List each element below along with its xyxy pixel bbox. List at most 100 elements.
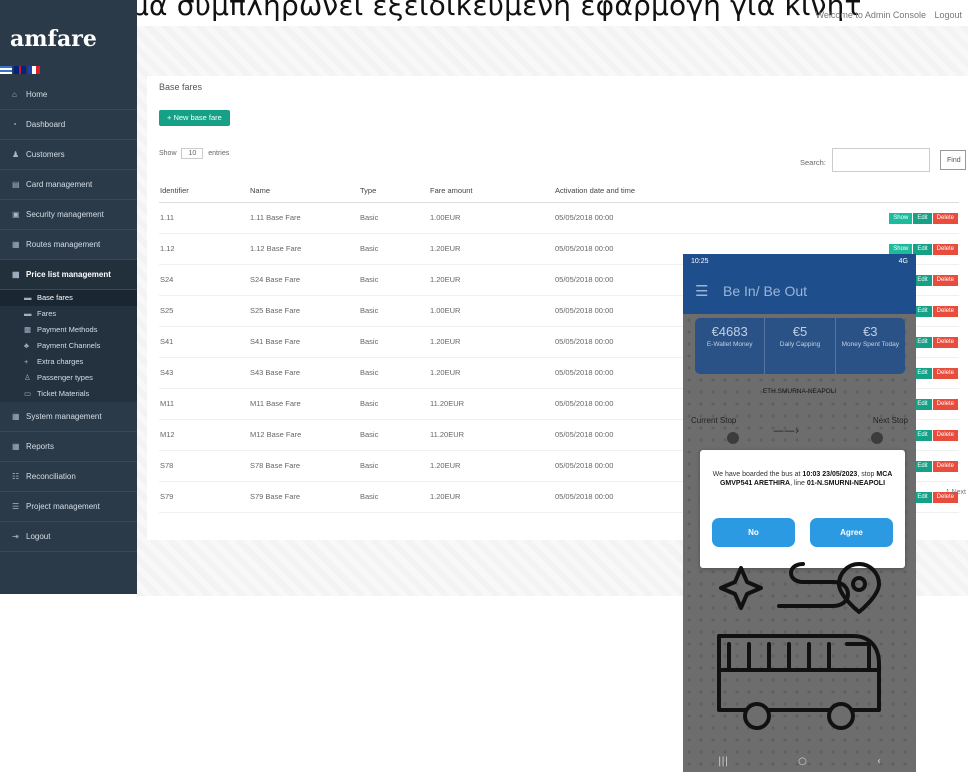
sidebar-item-customers[interactable]: ♟ Customers [0, 140, 137, 170]
show-button[interactable]: Show [889, 212, 913, 224]
recent-apps-icon[interactable]: ||| [718, 752, 728, 772]
col-activation-date[interactable]: Activation date and time [554, 180, 724, 203]
col-name[interactable]: Name [249, 180, 359, 203]
logout-icon: ⇥ [12, 532, 19, 541]
back-icon[interactable]: ‹ [877, 752, 881, 772]
sidebar-subitem-payment-methods[interactable]: ▩ Payment Methods [0, 322, 137, 338]
edit-button[interactable]: Edit [913, 367, 932, 379]
cell-name: S78 Base Fare [249, 450, 359, 482]
home-button-icon[interactable]: ○ [798, 752, 807, 772]
agree-button[interactable]: Agree [810, 518, 893, 547]
sidebar-item-system-management[interactable]: ▦ System management [0, 402, 137, 432]
delete-button[interactable]: Delete [932, 243, 958, 255]
sidebar-subitem-base-fares[interactable]: ▬ Base fares [0, 290, 137, 306]
sidebar-subitem-ticket-materials[interactable]: ▭ Ticket Materials [0, 386, 137, 402]
delete-button[interactable]: Delete [932, 398, 958, 410]
stat-money-spent: €3 Money Spent Today [841, 324, 899, 348]
col-actions [724, 180, 959, 203]
flag-english-icon[interactable] [14, 66, 26, 74]
search-label: Search: [800, 158, 826, 167]
col-fare-amount[interactable]: Fare amount [429, 180, 554, 203]
sidebar-subitem-passenger-types[interactable]: ♙ Passenger types [0, 370, 137, 386]
cell-fare-amount: 11.20EUR [429, 388, 554, 420]
row-actions: ShowEditDelete [724, 202, 959, 234]
entries-select[interactable]: 10 [181, 148, 204, 159]
project-icon: ☰ [12, 502, 20, 511]
sidebar-item-routes-management[interactable]: ▦ Routes management [0, 230, 137, 260]
delete-button[interactable]: Delete [932, 305, 958, 317]
lock-icon: ▣ [12, 210, 20, 219]
show-entries-control: Show 10 entries [159, 148, 230, 159]
no-button[interactable]: No [712, 518, 795, 547]
edit-button[interactable]: Edit [913, 398, 932, 410]
next-stop-label: Next Stop [872, 416, 908, 425]
delete-button[interactable]: Delete [932, 336, 958, 348]
show-button[interactable]: Show [889, 243, 913, 255]
sidebar-item-security-management[interactable]: ▣ Security management [0, 200, 137, 230]
cell-identifier: S43 [159, 357, 249, 389]
sidebar-submenu: ▬ Base fares ▬ Fares ▩ Payment Methods ♣ Pay… [0, 290, 137, 402]
cell-name: M11 Base Fare [249, 388, 359, 420]
edit-button[interactable]: Edit [913, 491, 932, 503]
cell-identifier: S24 [159, 264, 249, 296]
topbar-links: Welcome to Admin Console Logout [810, 10, 962, 20]
card-icon: ▤ [12, 180, 20, 189]
search-input[interactable] [832, 148, 930, 172]
cell-type: Basic [359, 481, 429, 513]
new-base-fare-button[interactable]: + New base fare [159, 110, 230, 126]
delete-button[interactable]: Delete [932, 429, 958, 441]
cell-name: M12 Base Fare [249, 419, 359, 451]
cell-type: Basic [359, 419, 429, 451]
passenger-icon: ♙ [24, 373, 31, 382]
edit-button[interactable]: Edit [913, 429, 932, 441]
cell-name: S43 Base Fare [249, 357, 359, 389]
edit-button[interactable]: Edit [913, 305, 932, 317]
flag-greek-icon[interactable] [0, 66, 12, 74]
table-header-row: Identifier Name Type Fare amount Activat… [159, 180, 959, 203]
delete-button[interactable]: Delete [932, 212, 958, 224]
pagination: 1 Next [946, 489, 966, 496]
edit-button[interactable]: Edit [913, 212, 932, 224]
status-signal: 4G [898, 258, 908, 265]
delete-button[interactable]: Delete [932, 274, 958, 286]
boarding-dialog: We have boarded the bus at 10:03 23/05/2… [700, 450, 905, 568]
cell-fare-amount: 1.20EUR [429, 357, 554, 389]
logout-link[interactable]: Logout [934, 10, 962, 20]
sidebar-item-reconciliation[interactable]: ☷ Reconciliation [0, 462, 137, 492]
sidebar-item-card-management[interactable]: ▤ Card management [0, 170, 137, 200]
cell-fare-amount: 1.00EUR [429, 295, 554, 327]
stat-daily-capping: €5 Daily Capping [765, 318, 836, 374]
sidebar-subitem-extra-charges[interactable]: + Extra charges [0, 354, 137, 370]
list-icon: ▦ [12, 270, 20, 279]
sidebar-item-home[interactable]: ⌂ Home [0, 80, 137, 110]
users-icon: ♟ [12, 150, 20, 159]
col-type[interactable]: Type [359, 180, 429, 203]
sidebar-item-logout[interactable]: ⇥ Logout [0, 522, 137, 552]
sidebar-subitem-payment-channels[interactable]: ♣ Payment Channels [0, 338, 137, 354]
sidebar-item-dashboard[interactable]: ◔ Dashboard [0, 110, 137, 140]
col-identifier[interactable]: Identifier [159, 180, 249, 203]
channel-icon: ♣ [24, 341, 29, 350]
cell-identifier: M12 [159, 419, 249, 451]
flag-french-icon[interactable] [28, 66, 40, 74]
sidebar-subitem-fares[interactable]: ▬ Fares [0, 306, 137, 322]
edit-button[interactable]: Edit [913, 243, 932, 255]
route-icon: ▦ [12, 240, 20, 249]
edit-button[interactable]: Edit [913, 336, 932, 348]
boarding-message: We have boarded the bus at 10:03 23/05/2… [712, 471, 893, 487]
edit-button[interactable]: Edit [913, 274, 932, 286]
edit-button[interactable]: Edit [913, 460, 932, 472]
delete-button[interactable]: Delete [932, 460, 958, 472]
sidebar-item-project-management[interactable]: ☰ Project management [0, 492, 137, 522]
pager-page[interactable]: 1 [946, 489, 950, 496]
delete-button[interactable]: Delete [932, 367, 958, 379]
cell-name: S79 Base Fare [249, 481, 359, 513]
hamburger-menu-icon[interactable]: ☰ [695, 282, 708, 300]
sidebar-item-reports[interactable]: ▦ Reports [0, 432, 137, 462]
welcome-text: Welcome to Admin Console [815, 10, 926, 20]
find-button[interactable]: Find [940, 150, 966, 170]
pager-next[interactable]: Next [952, 489, 966, 496]
sidebar-item-price-list-management[interactable]: ▦ Price list management [0, 260, 137, 290]
cell-identifier: S25 [159, 295, 249, 327]
table-row: 1.11 1.11 Base Fare Basic 1.00EUR 05/05/2018… [159, 202, 959, 234]
